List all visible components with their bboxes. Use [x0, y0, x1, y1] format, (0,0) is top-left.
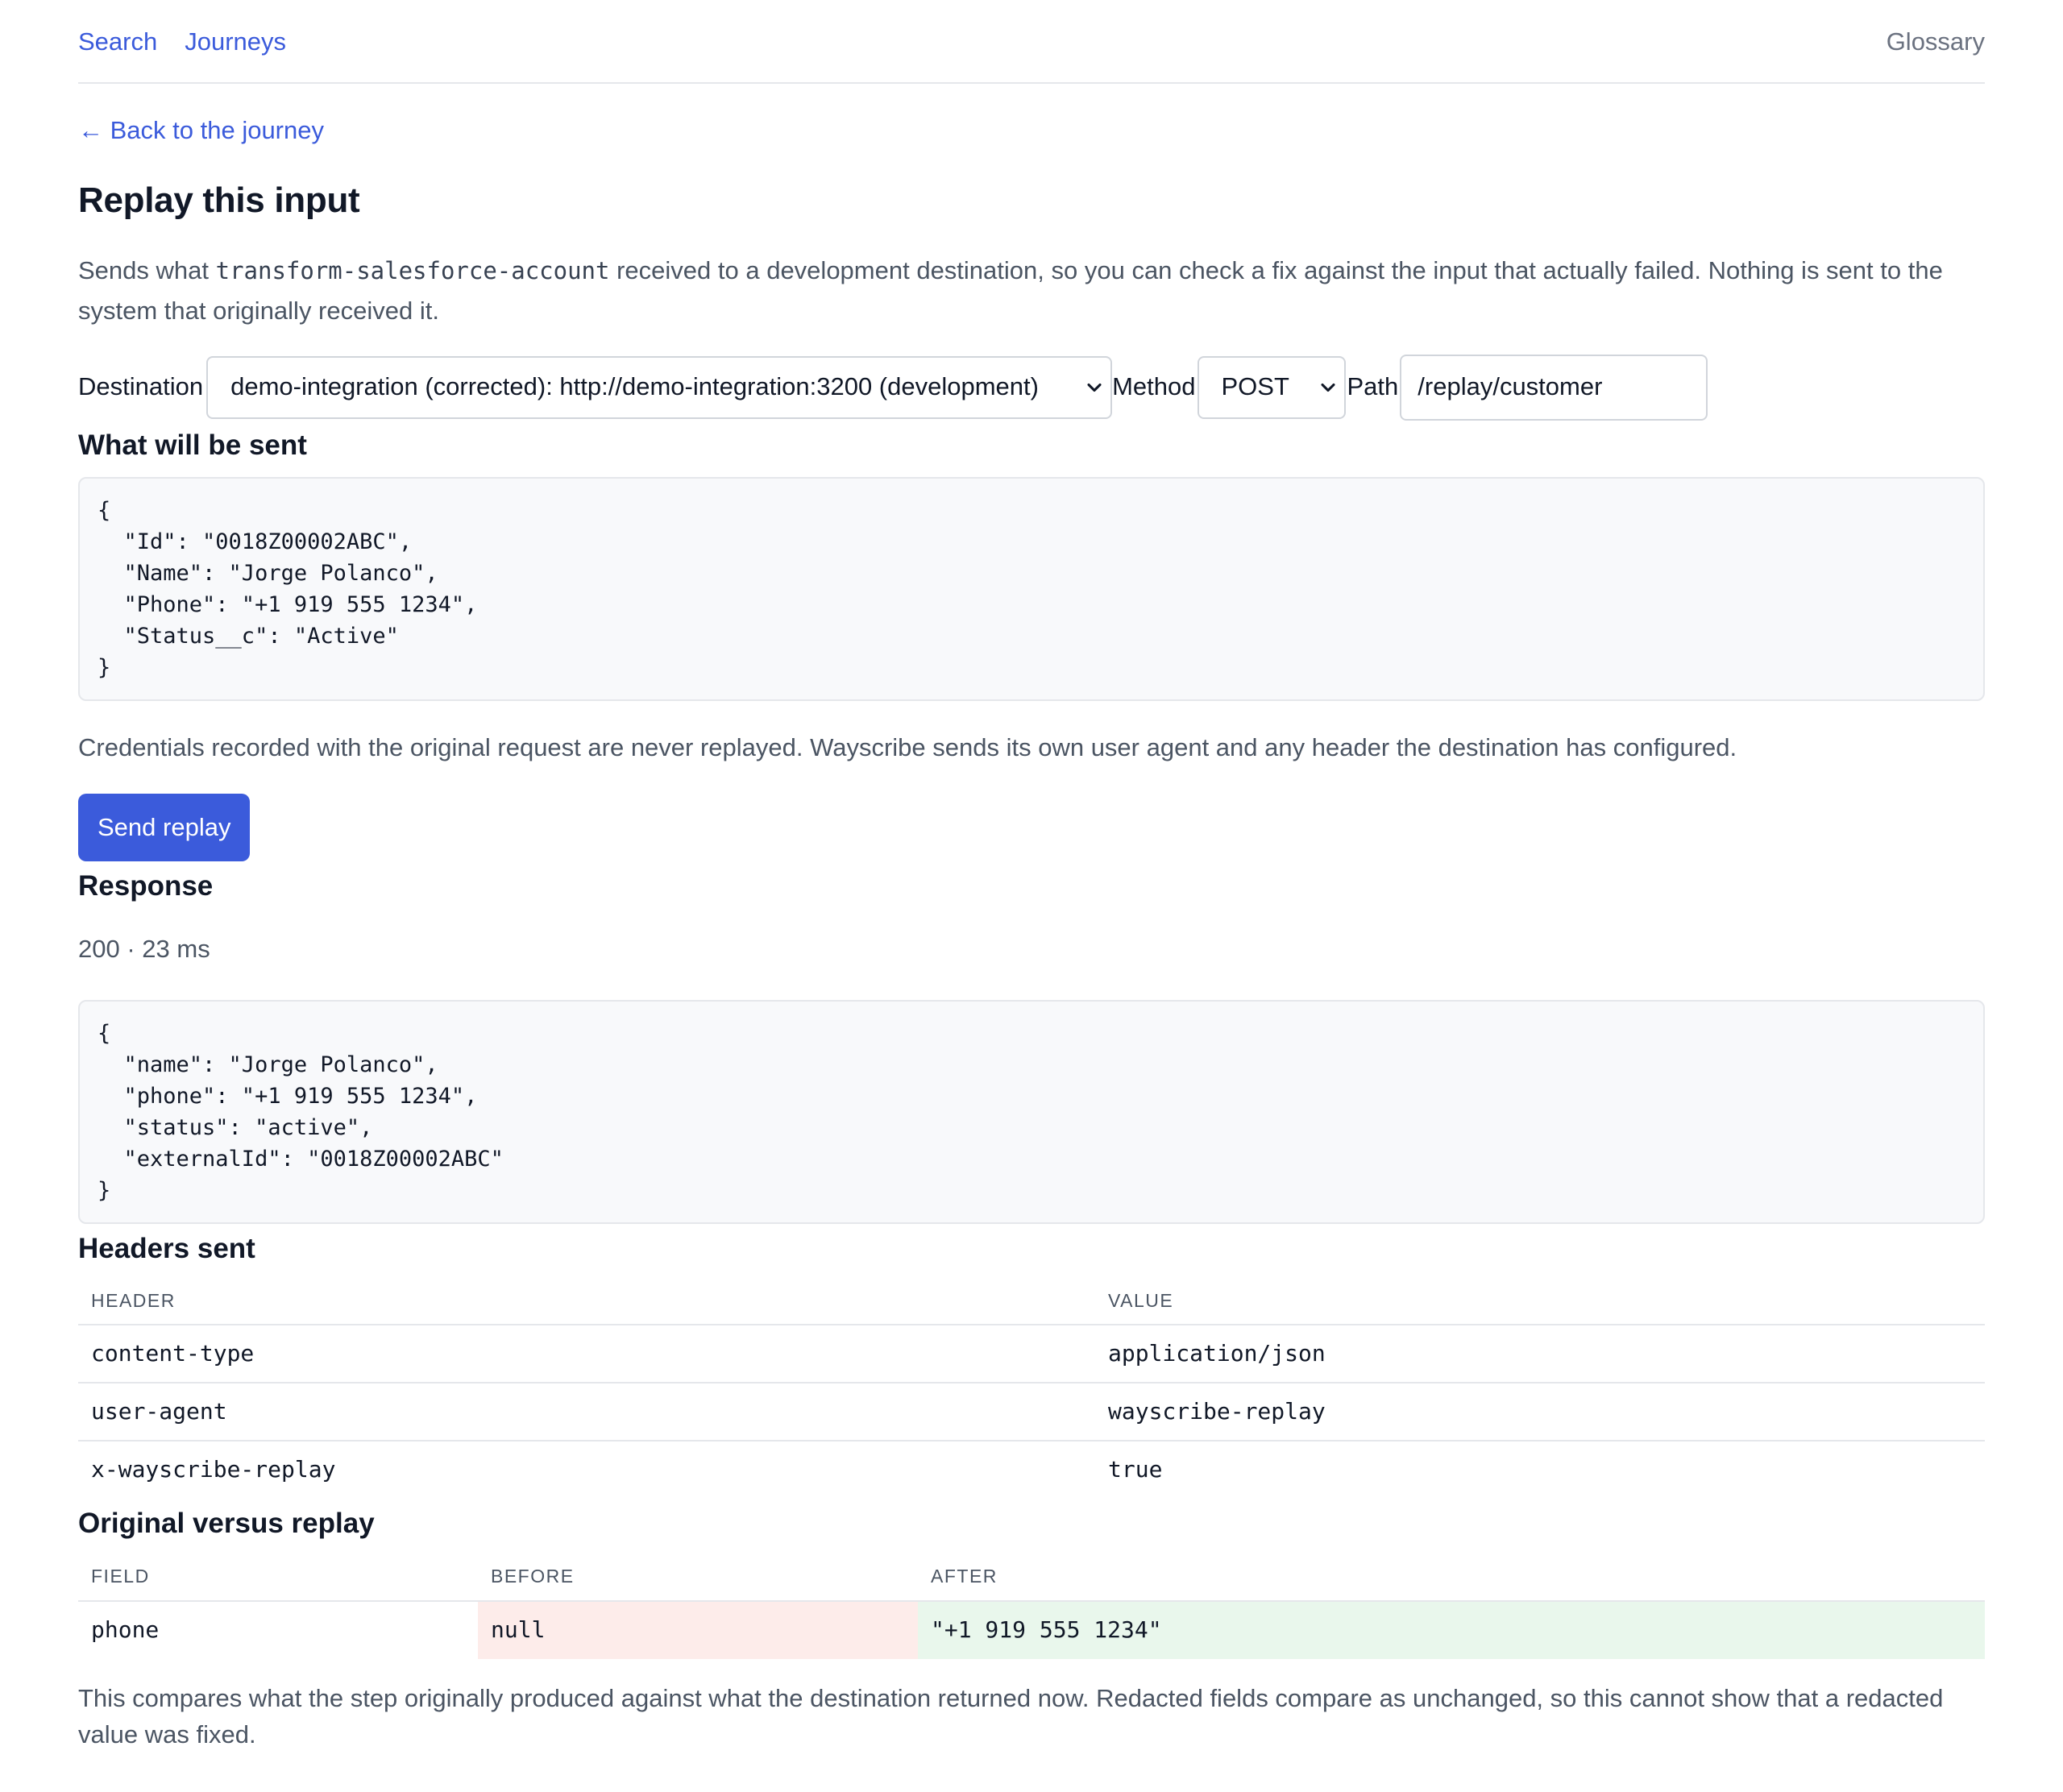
diff-field: phone	[91, 1616, 160, 1643]
comparison-table: Field Before After phone null "+1 919 55…	[78, 1553, 1985, 1659]
headers-sent-heading: Headers sent	[78, 1233, 255, 1265]
table-header-row: Field Before After	[78, 1553, 1985, 1602]
diff-after-value: "+1 919 555 1234"	[918, 1600, 1985, 1659]
response-heading: Response	[78, 870, 214, 902]
chevron-down-icon	[1320, 383, 1335, 392]
column-header-before: Before	[478, 1553, 918, 1602]
send-replay-button[interactable]: Send replay	[78, 794, 251, 862]
nav-link-journeys[interactable]: Journeys	[185, 24, 286, 60]
method-selected-value: POST	[1221, 372, 1289, 401]
table-row: user-agent wayscribe-replay	[78, 1382, 1985, 1441]
path-input-value: /replay/customer	[1418, 372, 1603, 401]
header-value: application/json	[1095, 1324, 1985, 1383]
method-select[interactable]: POST	[1197, 355, 1346, 419]
nav-link-glossary[interactable]: Glossary	[1887, 24, 1985, 60]
response-code-block: { "name": "Jorge Polanco", "phone": "+1 …	[78, 1000, 1985, 1225]
back-to-journey-link[interactable]: ← Back to the journey	[78, 113, 324, 149]
table-row: phone null "+1 919 555 1234"	[78, 1600, 1985, 1659]
page: Search Journeys Glossary ← Back to the j…	[0, 0, 2063, 1792]
intro-prefix: Sends what	[78, 255, 216, 284]
table-row: x-wayscribe-replay true	[78, 1441, 1985, 1499]
top-nav: Search Journeys Glossary	[78, 0, 1985, 84]
destination-selected-value: demo-integration (corrected): http://dem…	[230, 372, 1039, 401]
payload-heading: What will be sent	[78, 429, 307, 461]
diff-before-value: null	[478, 1600, 918, 1659]
table-header-row: Header Value	[78, 1277, 1985, 1325]
header-name: content-type	[78, 1324, 1095, 1383]
destination-label: Destination	[78, 372, 204, 401]
credentials-note: Credentials recorded with the original r…	[78, 733, 1737, 762]
intro-text: Sends what transform-salesforce-account …	[78, 251, 1985, 330]
column-header-after: After	[918, 1553, 1985, 1602]
header-value: wayscribe-replay	[1095, 1382, 1985, 1441]
header-name: user-agent	[78, 1382, 1095, 1441]
method-label: Method	[1112, 372, 1196, 401]
replay-controls: Destination demo-integration (corrected)…	[78, 354, 1985, 421]
header-value: true	[1108, 1456, 1163, 1483]
column-header-field: Field	[78, 1553, 478, 1602]
destination-select[interactable]: demo-integration (corrected): http://dem…	[206, 355, 1113, 419]
step-name-code: transform-salesforce-account	[215, 256, 610, 284]
chevron-down-icon	[1087, 383, 1102, 392]
page-title: Replay this input	[78, 180, 360, 220]
path-input[interactable]: /replay/customer	[1400, 354, 1708, 421]
table-row: content-type application/json	[78, 1324, 1985, 1383]
nav-links: Search Journeys	[78, 24, 286, 60]
path-label: Path	[1347, 372, 1399, 401]
comparison-heading: Original versus replay	[78, 1507, 375, 1539]
response-status: 200 · 23 ms	[78, 935, 210, 964]
comparison-footnote: This compares what the step originally p…	[78, 1683, 1944, 1748]
column-header-value: Value	[1095, 1277, 1985, 1325]
column-header-header: Header	[78, 1277, 1095, 1325]
nav-link-search[interactable]: Search	[78, 24, 157, 60]
header-name: x-wayscribe-replay	[91, 1456, 336, 1483]
payload-code-block: { "Id": "0018Z00002ABC", "Name": "Jorge …	[78, 477, 1985, 702]
headers-table: Header Value content-type application/js…	[78, 1277, 1985, 1499]
